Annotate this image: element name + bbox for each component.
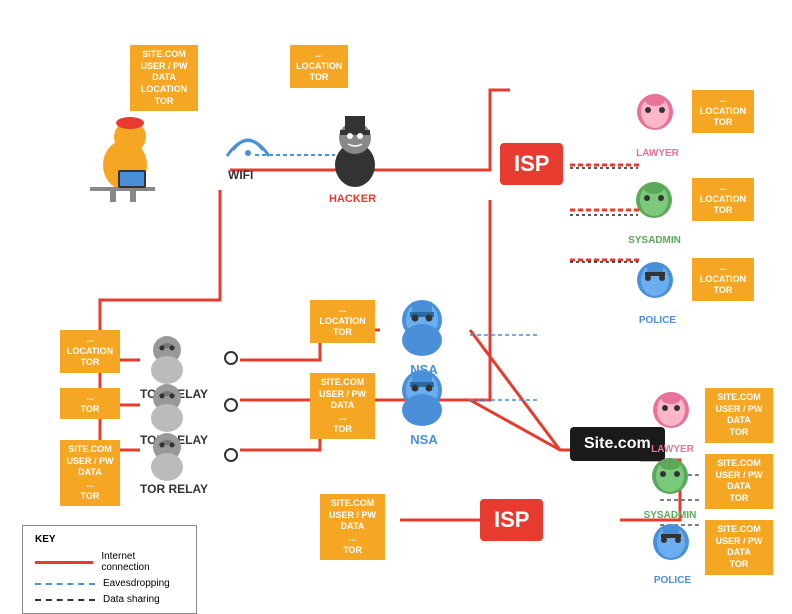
eavesdrop-label: Eavesdropping [103,578,170,589]
key-datashare-row: Data sharing [35,594,184,605]
location-top-box: ...LOCATIONTOR [290,45,348,88]
lawyer-top-label: LAWYER [630,148,685,159]
nsa2-info-box: SITE.COMUSER / PWDATA...TOR [310,373,375,439]
police-top-label: POLICE [630,315,685,326]
sysadmin-top-character [628,178,680,233]
nsa2-character [390,366,455,431]
relay1-left-box: ...LOCATIONTOR [60,330,120,373]
tor-relay3-label: TOR RELAY [140,482,208,496]
key-eavesdrop-row: Eavesdropping [35,578,184,589]
user-character [80,115,170,205]
sysadmin-top-info: ...LOCATIONTOR [692,178,754,221]
nsa1-character [390,296,455,361]
internet-line-sample [35,561,93,564]
relay2-left-box: ...TOR [60,388,120,419]
sysadmin-top-label: SYSADMIN [622,235,687,246]
nsa2-label: NSA [395,432,453,447]
key-title: KEY [35,534,184,545]
police-bot-info: SITE.COMUSER / PWDATATOR [705,520,773,575]
sysadmin-bot-character [643,454,698,509]
relay1-circle [224,351,238,365]
datashare-label: Data sharing [103,594,160,605]
police-top-character [630,258,680,313]
sysadmin-bot-info: SITE.COMUSER / PWDATATOR [705,454,773,509]
hacker-label: HACKER [320,193,385,205]
hacker-character [320,110,390,190]
police-bot-label: POLICE [645,575,700,586]
datashare-line-sample [35,599,95,601]
key-internet-row: Internet connection [35,551,184,573]
lawyer-top-info: ...LOCATIONTOR [692,90,754,133]
police-top-info: ...LOCATIONTOR [692,258,754,301]
eavesdrop-line-sample [35,583,95,585]
isp-bottom-box: ISP [480,499,543,541]
relay2-circle [224,398,238,412]
lawyer-bot-character [645,388,697,443]
police-bot-character [645,520,697,575]
tor-relay3-character [140,427,195,482]
relay3-left-box: SITE.COMUSER / PWDATA...TOR [60,440,120,506]
wifi-icon [223,120,273,167]
isp-bottom-info: SITE.COMUSER / PWDATA...TOR [320,494,385,560]
internet-label: Internet connection [101,551,184,573]
user-info-box: SITE.COMUSER / PWDATALOCATIONTOR [130,45,198,111]
tor-relay2-character [140,378,195,433]
isp-top-box: ISP [500,143,563,185]
tor-relay1-character [140,330,195,385]
relay3-circle [224,448,238,462]
key-box: KEY Internet connection Eavesdropping Da… [22,525,197,614]
wifi-label: WIFI [228,168,253,182]
lawyer-bot-info: SITE.COMUSER / PWDATATOR [705,388,773,443]
nsa1-info-box: ...LOCATIONTOR [310,300,375,343]
lawyer-top-character [630,90,680,145]
